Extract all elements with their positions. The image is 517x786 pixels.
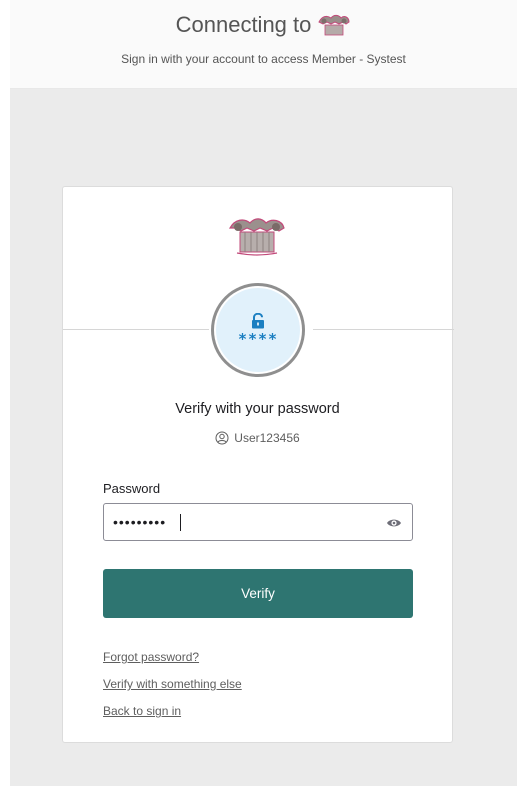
- connect-header: Connecting to Sign in with your account …: [10, 0, 517, 89]
- password-mask-text: ****: [237, 329, 279, 348]
- header-title-row: Connecting to: [10, 12, 517, 38]
- header-subtitle: Sign in with your account to access Memb…: [121, 52, 406, 66]
- username-text: User123456: [234, 431, 300, 445]
- column-capital-logo: [228, 218, 285, 256]
- column-capital-logo: [318, 14, 350, 36]
- verify-button[interactable]: Verify: [103, 569, 413, 618]
- identifier-row: User123456: [63, 431, 452, 445]
- password-value: •••••••••: [113, 514, 167, 530]
- verify-with-something-else-link[interactable]: Verify with something else: [103, 677, 242, 691]
- password-factor-badge: ****: [211, 283, 305, 377]
- sign-in-card: **** Verify with your password User12345…: [62, 186, 454, 743]
- eye-icon[interactable]: [386, 516, 402, 530]
- text-caret: [180, 514, 181, 531]
- divider-left: [63, 329, 209, 330]
- padlock-icon: [252, 312, 264, 328]
- back-to-sign-in-link[interactable]: Back to sign in: [103, 704, 181, 718]
- password-label: Password: [103, 481, 161, 496]
- user-icon: [215, 431, 229, 445]
- forgot-password-link[interactable]: Forgot password?: [103, 650, 199, 664]
- header-title: Connecting to: [175, 12, 312, 37]
- verify-heading: Verify with your password: [175, 401, 340, 417]
- password-field[interactable]: •••••••••: [103, 503, 413, 541]
- divider-right: [313, 329, 454, 330]
